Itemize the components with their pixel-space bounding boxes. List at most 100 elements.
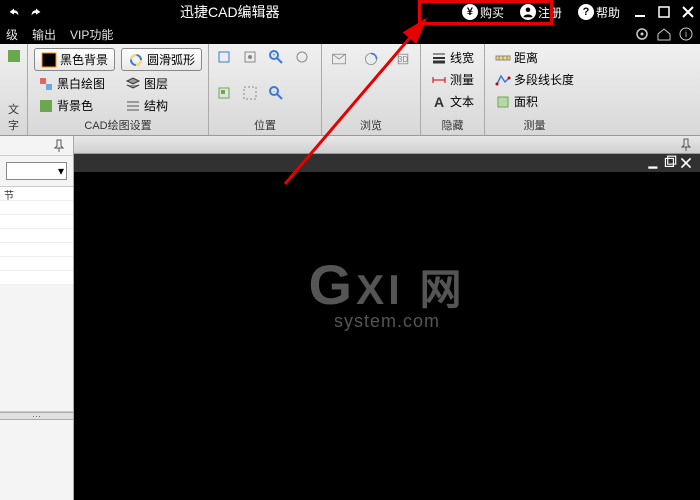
smooth-arc-button[interactable]: 圆滑弧形 xyxy=(121,48,202,71)
ribbon-group-cad-settings: 黑色背景 黑白绘图 背景色 圆滑弧形 图层 xyxy=(28,44,209,135)
pos-icon-2[interactable] xyxy=(241,48,259,66)
titlebar-left xyxy=(0,4,44,20)
polyline-icon xyxy=(495,72,511,88)
ribbon-group-measure: 距离 多段线长度 面积 测量 xyxy=(485,44,584,135)
bgcolor-label: 背景色 xyxy=(57,97,93,114)
titlebar-right: ¥ 购买 注册 ? 帮助 xyxy=(458,2,696,23)
side-splitter[interactable]: ⋯ xyxy=(0,412,73,420)
distance-icon xyxy=(495,50,511,66)
drawing-canvas[interactable]: GXI 网 system.com xyxy=(74,172,700,500)
measure-hide-label: 测量 xyxy=(450,71,474,88)
menu-left: 级 输出 VIP功能 xyxy=(6,26,113,43)
side-item-7[interactable] xyxy=(0,271,73,285)
svg-text:A: A xyxy=(434,94,444,110)
browse-icon-3[interactable]: 3D xyxy=(392,48,414,70)
menu-item-3[interactable]: VIP功能 xyxy=(70,26,113,43)
ribbon-group-position: + - 位置 xyxy=(209,44,322,135)
pos-icon-1[interactable] xyxy=(215,48,233,66)
area-icon xyxy=(495,94,511,110)
side-item-5[interactable] xyxy=(0,243,73,257)
user-icon xyxy=(520,4,536,20)
canvas-area: GXI 网 system.com xyxy=(74,136,700,500)
group-position-label: 位置 xyxy=(215,115,315,133)
group-browse-label: 浏览 xyxy=(328,115,414,133)
side-panel: ▾ 节 ⋯ xyxy=(0,136,74,500)
close-doc-icon[interactable] xyxy=(678,155,694,171)
pin-icon[interactable] xyxy=(51,138,67,154)
side-pin-bar xyxy=(0,136,73,156)
question-icon: ? xyxy=(578,4,594,20)
browse-icon-1[interactable] xyxy=(328,48,350,70)
maximize-button[interactable] xyxy=(656,4,672,20)
smooth-arc-icon xyxy=(128,52,144,68)
side-item-6[interactable] xyxy=(0,257,73,271)
polyline-length-button[interactable]: 多段线长度 xyxy=(491,70,578,89)
layers-icon xyxy=(125,76,141,92)
side-item-4[interactable] xyxy=(0,229,73,243)
layers-button[interactable]: 图层 xyxy=(121,74,202,93)
zoom-in-icon[interactable]: + xyxy=(267,48,285,66)
canvas-top-bar xyxy=(74,136,700,154)
zoom-out-icon[interactable]: - xyxy=(267,84,285,102)
bgcolor-icon xyxy=(38,98,54,114)
area-button[interactable]: 面积 xyxy=(491,92,578,111)
pin-icon-2[interactable] xyxy=(678,137,694,153)
structure-label: 结构 xyxy=(144,97,168,114)
pos-icon-5[interactable] xyxy=(215,84,233,102)
measure-hide-button[interactable]: 测量 xyxy=(427,70,478,89)
smooth-arc-label: 圆滑弧形 xyxy=(147,51,195,68)
svg-text:i: i xyxy=(685,29,687,39)
close-button[interactable] xyxy=(680,4,696,20)
measure-icon xyxy=(431,72,447,88)
bw-draw-button[interactable]: 黑白绘图 xyxy=(34,74,115,93)
redo-icon[interactable] xyxy=(28,4,44,20)
black-bg-icon xyxy=(41,52,57,68)
text-hide-button[interactable]: A 文本 xyxy=(427,92,478,111)
group-text-label: 文字 xyxy=(6,99,21,133)
menu-right-icons: i xyxy=(634,26,694,42)
chevron-down-icon: ▾ xyxy=(58,164,64,178)
text-hide-icon: A xyxy=(431,94,447,110)
buy-label: 购买 xyxy=(480,4,504,21)
minimize-button[interactable] xyxy=(632,4,648,20)
settings-icon[interactable] xyxy=(634,26,650,42)
side-item-1[interactable]: 节 xyxy=(0,187,73,201)
text-tool-icon[interactable] xyxy=(6,48,22,64)
help-label: 帮助 xyxy=(596,4,620,21)
svg-text:-: - xyxy=(273,89,275,95)
group-cad-label: CAD绘图设置 xyxy=(34,115,202,133)
structure-button[interactable]: 结构 xyxy=(121,96,202,115)
menu-item-2[interactable]: 输出 xyxy=(32,26,56,43)
group-hide-label: 隐藏 xyxy=(427,115,478,133)
undo-icon[interactable] xyxy=(6,4,22,20)
home-icon[interactable] xyxy=(656,26,672,42)
info-icon[interactable]: i xyxy=(678,26,694,42)
black-bg-button[interactable]: 黑色背景 xyxy=(34,48,115,71)
ribbon-group-browse: 3D 浏览 xyxy=(322,44,421,135)
lineweight-button[interactable]: 线宽 xyxy=(427,48,478,67)
bgcolor-button[interactable]: 背景色 xyxy=(34,96,115,115)
svg-text:3D: 3D xyxy=(398,55,408,64)
side-list: 节 xyxy=(0,186,73,285)
bw-draw-icon xyxy=(38,76,54,92)
help-button[interactable]: ? 帮助 xyxy=(574,2,624,23)
layers-label: 图层 xyxy=(144,75,168,92)
side-dropdown[interactable]: ▾ xyxy=(6,162,67,180)
browse-icon-2[interactable] xyxy=(360,48,382,70)
buy-button[interactable]: ¥ 购买 xyxy=(458,2,508,23)
menu-item-1[interactable]: 级 xyxy=(6,26,18,43)
side-item-2[interactable] xyxy=(0,201,73,215)
min-doc-icon[interactable] xyxy=(646,155,662,171)
lineweight-icon xyxy=(431,50,447,66)
register-button[interactable]: 注册 xyxy=(516,2,566,23)
ribbon-group-text: 文字 xyxy=(0,44,28,135)
pos-icon-6[interactable] xyxy=(241,84,259,102)
restore-doc-icon[interactable] xyxy=(662,155,678,171)
ribbon-group-hide: 线宽 测量 A 文本 隐藏 xyxy=(421,44,485,135)
side-item-3[interactable] xyxy=(0,215,73,229)
workspace: ▾ 节 ⋯ GXI 网 system.com xyxy=(0,136,700,500)
register-label: 注册 xyxy=(538,4,562,21)
distance-button[interactable]: 距离 xyxy=(491,48,578,67)
ribbon: 文字 黑色背景 黑白绘图 背景色 圆滑弧 xyxy=(0,44,700,136)
pos-icon-4[interactable] xyxy=(293,48,311,66)
